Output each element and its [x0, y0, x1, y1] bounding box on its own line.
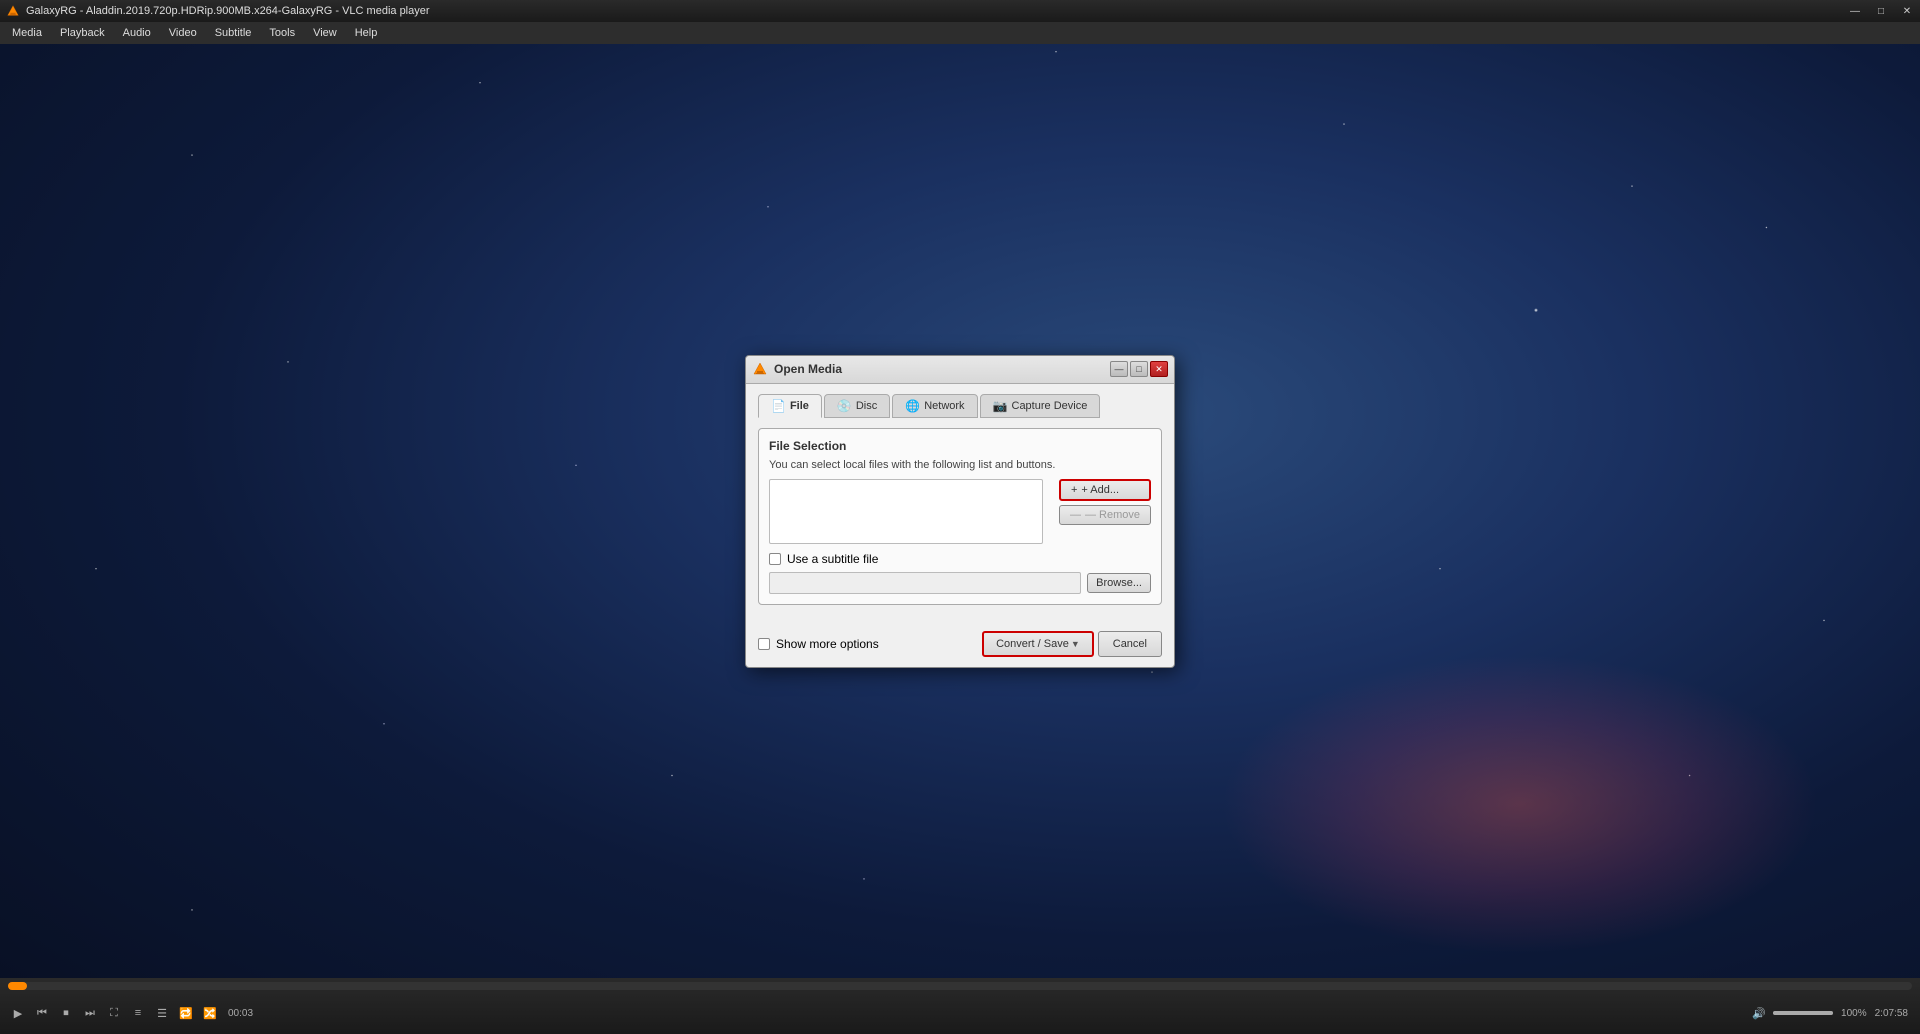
- subtitle-checkbox[interactable]: [769, 553, 781, 565]
- file-row: + + Add... — — Remove: [769, 479, 1151, 544]
- tabs: 📄 File 💿 Disc 🌐 Network 📷 Capture Device: [758, 394, 1162, 418]
- volume-label: 100%: [1841, 1008, 1867, 1019]
- title-bar-text: GalaxyRG - Aladdin.2019.720p.HDRip.900MB…: [26, 5, 430, 17]
- menu-item-subtitle[interactable]: Subtitle: [207, 25, 260, 41]
- menu-item-video[interactable]: Video: [161, 25, 205, 41]
- prev-button[interactable]: ⏮: [32, 1003, 52, 1023]
- remove-icon: —: [1070, 509, 1081, 521]
- loop-button[interactable]: 🔁: [176, 1003, 196, 1023]
- dialog-title-bar: Open Media — □ ✕: [746, 356, 1174, 384]
- section-desc: You can select local files with the foll…: [769, 459, 1151, 471]
- show-more-row: Show more options: [758, 637, 974, 651]
- dialog-title-buttons: — □ ✕: [1110, 361, 1168, 377]
- dialog-footer: Show more options Convert / Save ▼ Cance…: [746, 623, 1174, 667]
- volume-fill: [1773, 1011, 1833, 1015]
- menu-bar: Media Playback Audio Video Subtitle Tool…: [0, 22, 1920, 44]
- subtitle-checkbox-label: Use a subtitle file: [787, 552, 878, 566]
- cancel-button[interactable]: Cancel: [1098, 631, 1162, 657]
- fullscreen-button[interactable]: ⛶: [104, 1003, 124, 1023]
- dialog-body: 📄 File 💿 Disc 🌐 Network 📷 Capture Device: [746, 384, 1174, 623]
- bottom-bar: ▶ ⏮ ⏹ ⏭ ⛶ ≡ ☰ 🔁 🔀 00:03 🔊 100% 2:07:58: [0, 978, 1920, 1034]
- add-icon: +: [1071, 484, 1077, 496]
- tab-file-label: File: [790, 400, 809, 412]
- seek-fill: [8, 982, 27, 990]
- maximize-button[interactable]: □: [1868, 0, 1894, 22]
- subtitle-checkbox-row: Use a subtitle file: [769, 552, 1151, 566]
- dialog-maximize-button[interactable]: □: [1130, 361, 1148, 377]
- footer-buttons: Convert / Save ▼ Cancel: [982, 631, 1162, 657]
- menu-item-audio[interactable]: Audio: [115, 25, 159, 41]
- dialog-title-text: Open Media: [774, 362, 842, 376]
- remove-button[interactable]: — — Remove: [1059, 505, 1151, 525]
- tab-file[interactable]: 📄 File: [758, 394, 822, 418]
- dialog-close-button[interactable]: ✕: [1150, 361, 1168, 377]
- show-more-label: Show more options: [776, 637, 879, 651]
- menu-item-help[interactable]: Help: [347, 25, 386, 41]
- volume-slider[interactable]: [1773, 1011, 1833, 1015]
- capture-tab-icon: 📷: [993, 399, 1008, 413]
- time-total: 2:07:58: [1875, 1008, 1908, 1019]
- add-remove-buttons: + + Add... — — Remove: [1059, 479, 1151, 544]
- subtitle-input[interactable]: [769, 572, 1081, 594]
- tab-network[interactable]: 🌐 Network: [892, 394, 977, 418]
- menu-item-view[interactable]: View: [305, 25, 345, 41]
- play-button[interactable]: ▶: [8, 1003, 28, 1023]
- controls-row: ▶ ⏮ ⏹ ⏭ ⛶ ≡ ☰ 🔁 🔀 00:03 🔊 100% 2:07:58: [0, 992, 1920, 1034]
- shuffle-button[interactable]: 🔀: [200, 1003, 220, 1023]
- title-bar: GalaxyRG - Aladdin.2019.720p.HDRip.900MB…: [0, 0, 1920, 22]
- title-bar-left: GalaxyRG - Aladdin.2019.720p.HDRip.900MB…: [0, 4, 430, 18]
- minimize-button[interactable]: —: [1842, 0, 1868, 22]
- tab-network-label: Network: [924, 400, 964, 412]
- tab-disc[interactable]: 💿 Disc: [824, 394, 890, 418]
- close-button[interactable]: ✕: [1894, 0, 1920, 22]
- dialog-minimize-button[interactable]: —: [1110, 361, 1128, 377]
- next-button[interactable]: ⏭: [80, 1003, 100, 1023]
- convert-save-label: Convert / Save: [996, 638, 1069, 650]
- tab-capture-label: Capture Device: [1012, 400, 1088, 412]
- open-media-dialog: Open Media — □ ✕ 📄 File 💿 Disc: [745, 355, 1175, 668]
- convert-save-button[interactable]: Convert / Save ▼: [982, 631, 1094, 657]
- menu-item-playback[interactable]: Playback: [52, 25, 113, 41]
- vlc-dialog-icon: [752, 361, 768, 377]
- stop-button[interactable]: ⏹: [56, 1003, 76, 1023]
- file-selection-box: File Selection You can select local file…: [758, 428, 1162, 605]
- show-more-checkbox[interactable]: [758, 638, 770, 650]
- add-button[interactable]: + + Add...: [1059, 479, 1151, 501]
- file-tab-icon: 📄: [771, 399, 786, 413]
- menu-item-media[interactable]: Media: [4, 25, 50, 41]
- dropdown-arrow-icon: ▼: [1071, 639, 1080, 649]
- title-bar-buttons: — □ ✕: [1842, 0, 1920, 22]
- dialog-area: Open Media — □ ✕ 📄 File 💿 Disc: [0, 44, 1920, 978]
- time-current: 00:03: [228, 1008, 253, 1019]
- seek-bar[interactable]: [8, 982, 1912, 990]
- file-list-area[interactable]: [769, 479, 1043, 544]
- tab-capture[interactable]: 📷 Capture Device: [980, 394, 1101, 418]
- mute-button[interactable]: 🔊: [1749, 1003, 1769, 1023]
- dialog-title-left: Open Media: [752, 361, 842, 377]
- browse-button[interactable]: Browse...: [1087, 573, 1151, 593]
- vlc-icon: [6, 4, 20, 18]
- tab-disc-label: Disc: [856, 400, 877, 412]
- menu-item-tools[interactable]: Tools: [261, 25, 303, 41]
- playlist-button[interactable]: ☰: [152, 1003, 172, 1023]
- section-title: File Selection: [769, 439, 1151, 453]
- disc-tab-icon: 💿: [837, 399, 852, 413]
- extended-button[interactable]: ≡: [128, 1003, 148, 1023]
- subtitle-input-row: Browse...: [769, 572, 1151, 594]
- network-tab-icon: 🌐: [905, 399, 920, 413]
